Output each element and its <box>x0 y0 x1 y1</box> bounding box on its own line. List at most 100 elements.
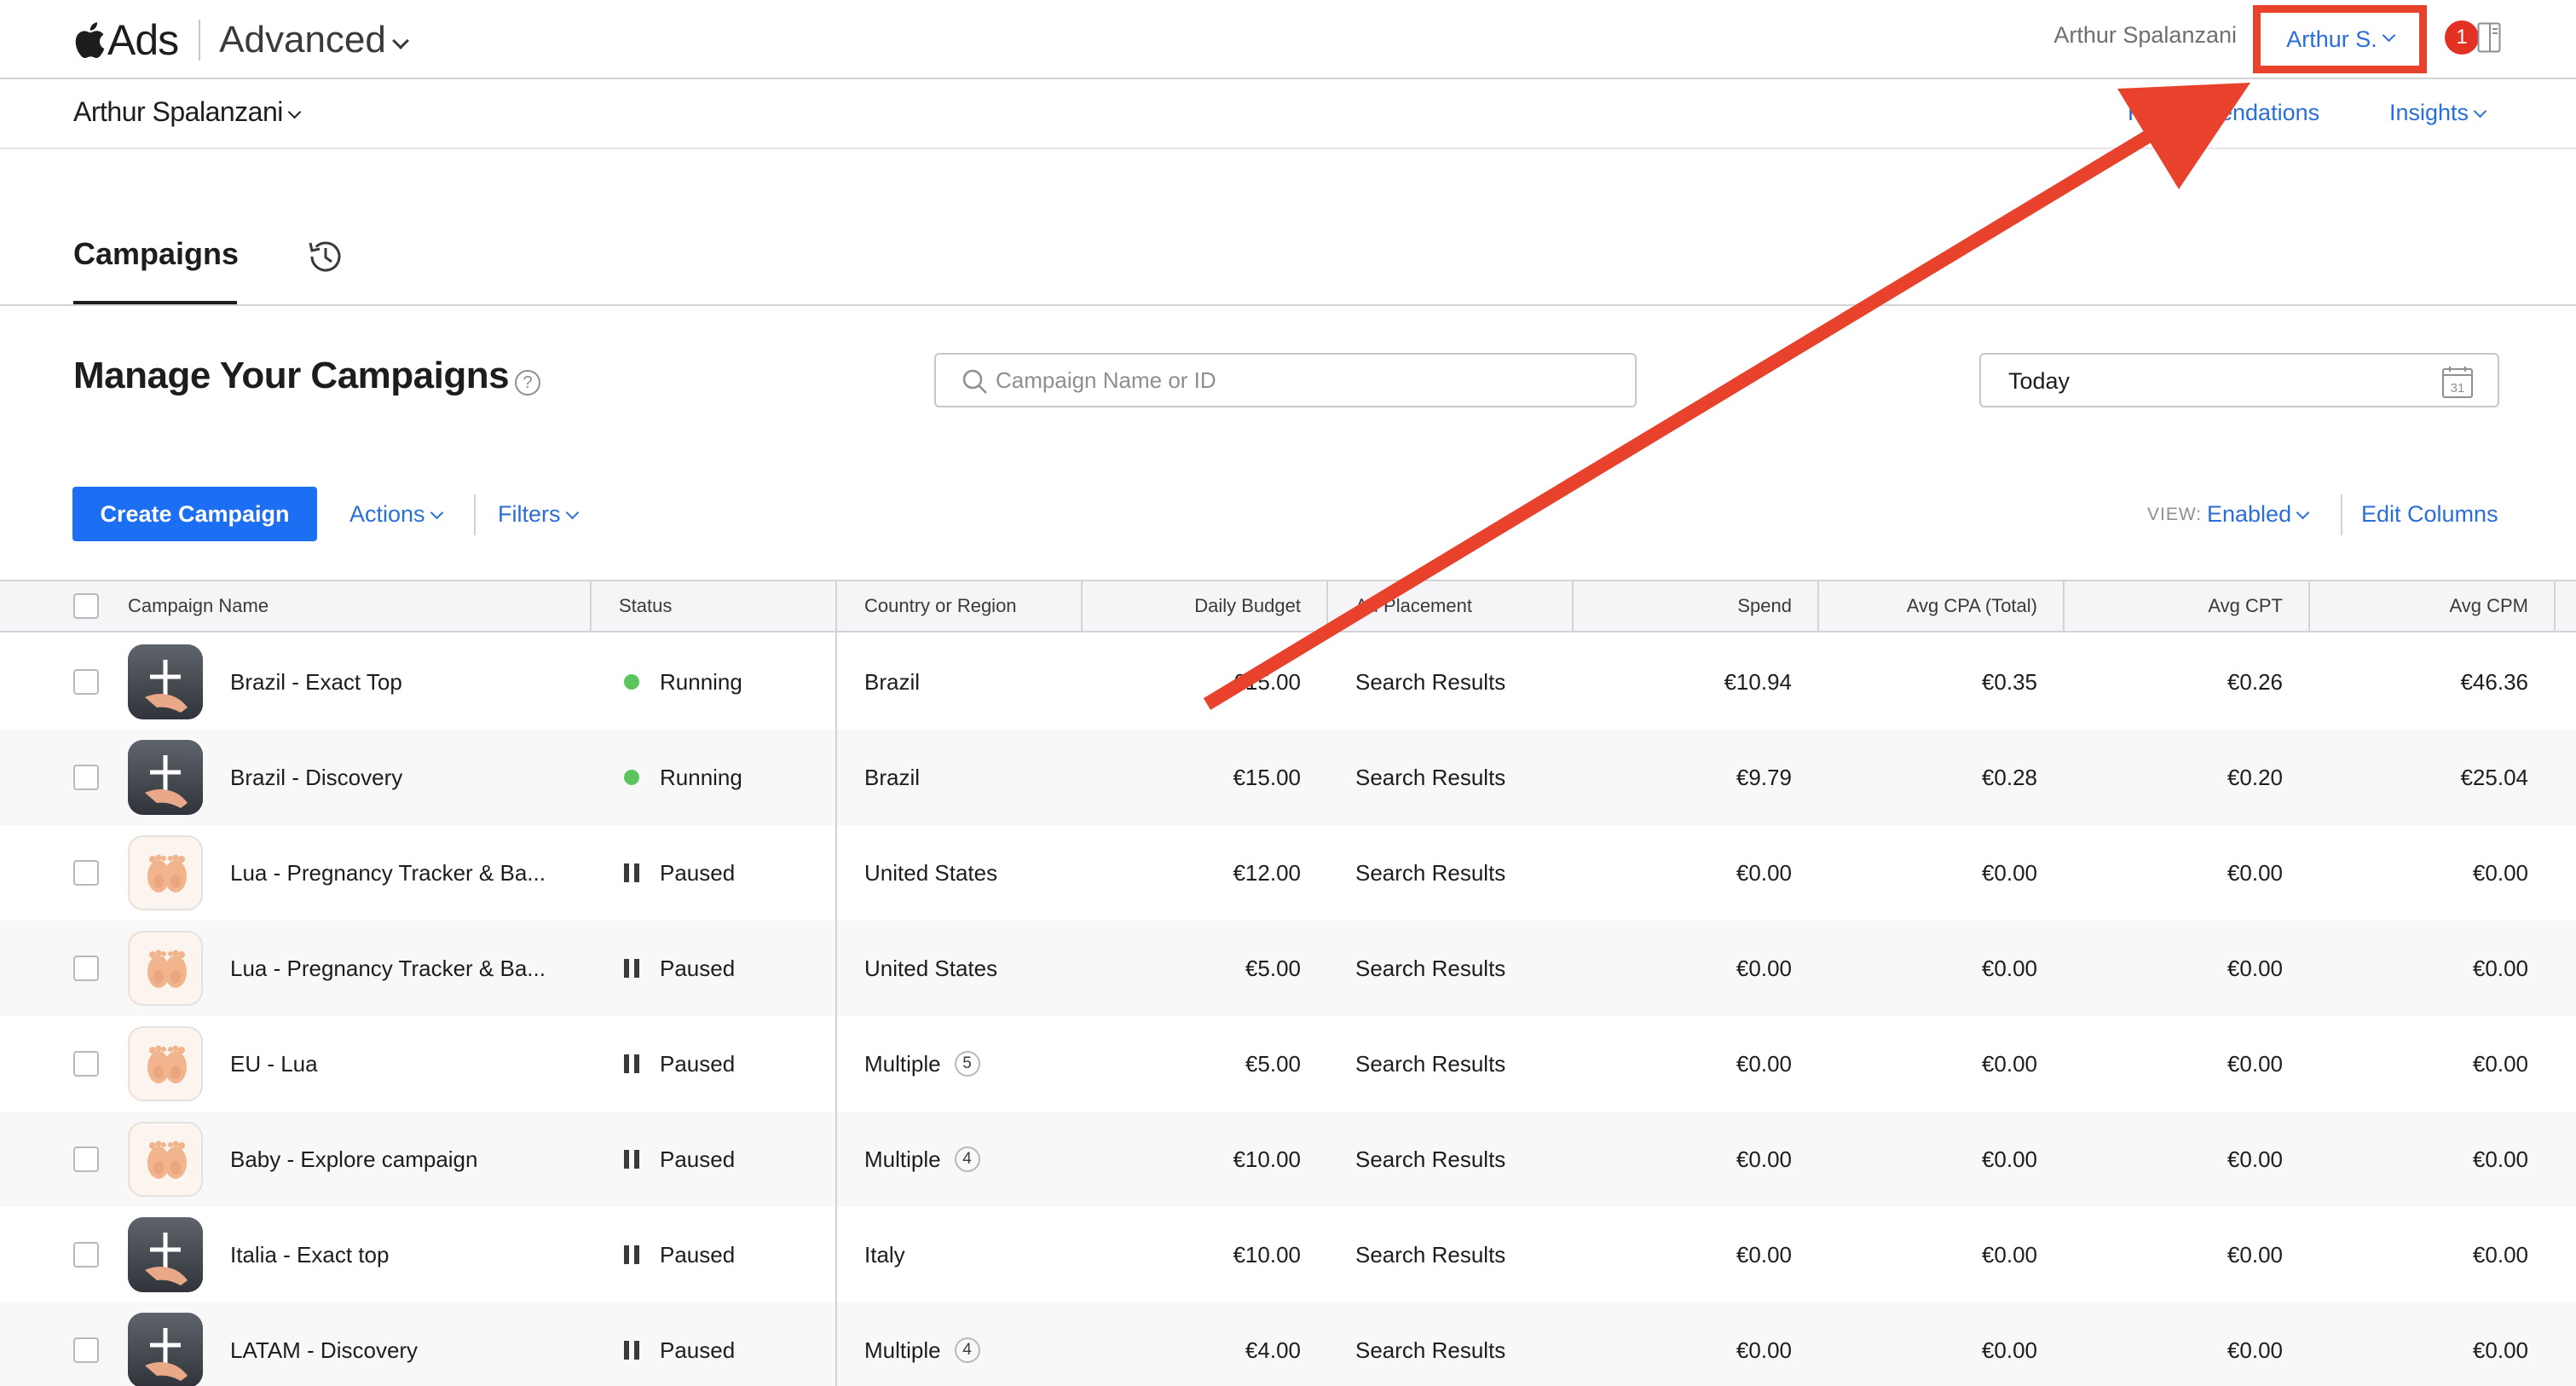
select-all-checkbox[interactable] <box>73 593 99 619</box>
cell-country-value: Multiple <box>864 1337 941 1363</box>
mode-label: Advanced <box>219 19 386 61</box>
table-row[interactable]: Brazil - Discovery Running Brazil €15.00 Sea… <box>0 730 2576 825</box>
insights-menu[interactable]: Insights <box>2389 100 2487 126</box>
pause-icon <box>624 1054 639 1073</box>
column-country[interactable]: Country or Region <box>864 581 1069 631</box>
edit-columns-button[interactable]: Edit Columns <box>2361 501 2498 528</box>
region-count-badge[interactable]: 4 <box>954 1146 980 1172</box>
column-spend[interactable]: Spend <box>1574 581 1792 631</box>
row-checkbox[interactable] <box>73 1337 99 1363</box>
cell-daily-budget: €10.00 <box>1083 1112 1301 1207</box>
row-checkbox[interactable] <box>73 1051 99 1077</box>
campaign-name-link[interactable]: EU - Lua <box>230 1051 318 1077</box>
row-checkbox[interactable] <box>73 669 99 695</box>
cell-campaign-name[interactable]: Italia - Exact top <box>230 1207 580 1302</box>
cell-avg-cpt: €0.00 <box>2065 1016 2283 1112</box>
campaign-name-link[interactable]: Lua - Pregnancy Tracker & Ba... <box>230 860 546 886</box>
org-selector[interactable]: Arthur Spalanzani <box>73 96 302 128</box>
recommendations-link[interactable]: Recommendations <box>2128 100 2319 126</box>
mode-selector[interactable]: Advanced <box>219 19 409 61</box>
table-row[interactable]: Lua - Pregnancy Tracker & Ba... Paused Uni… <box>0 921 2576 1016</box>
cell-campaign-name[interactable]: EU - Lua <box>230 1016 580 1112</box>
cell-campaign-name[interactable]: LATAM - Discovery <box>230 1302 580 1386</box>
toolbar-divider <box>474 494 476 535</box>
cell-campaign-name[interactable]: Lua - Pregnancy Tracker & Ba... <box>230 921 580 1016</box>
table-row[interactable]: Baby - Explore campaign Paused Multiple 4 €1… <box>0 1112 2576 1207</box>
cell-campaign-name[interactable]: Baby - Explore campaign <box>230 1112 580 1207</box>
row-checkbox[interactable] <box>73 1242 99 1268</box>
cell-campaign-name[interactable]: Lua - Pregnancy Tracker & Ba... <box>230 825 580 921</box>
table-row[interactable]: EU - Lua Paused Multiple 5 €5.00 Search Resul… <box>0 1016 2576 1112</box>
cell-status[interactable]: Paused <box>624 1016 829 1112</box>
filters-menu[interactable]: Filters <box>498 501 579 528</box>
view-value: Enabled <box>2207 501 2292 527</box>
frozen-column-divider <box>835 632 837 1386</box>
calendar-icon[interactable]: 31 <box>2441 365 2474 399</box>
campaign-name-link[interactable]: Baby - Explore campaign <box>230 1146 477 1173</box>
cell-status[interactable]: Paused <box>624 1302 829 1386</box>
campaign-name-link[interactable]: Brazil - Discovery <box>230 765 402 791</box>
cell-status[interactable]: Running <box>624 730 829 825</box>
row-checkbox[interactable] <box>73 765 99 790</box>
cell-spend-value: €10.94 <box>1724 668 1792 695</box>
cell-avg-cpa-value: €0.00 <box>1981 1337 2037 1363</box>
status-label: Paused <box>660 1146 736 1172</box>
table-row[interactable]: Lua - Pregnancy Tracker & Ba... Paused Uni… <box>0 825 2576 921</box>
cell-status[interactable]: Paused <box>624 1207 829 1302</box>
brand[interactable]: Ads Advanced <box>72 10 409 70</box>
table-row[interactable]: Brazil - Exact Top Running Brazil €15.00 Sea… <box>0 634 2576 730</box>
cell-campaign-name[interactable]: Brazil - Discovery <box>230 730 580 825</box>
row-checkbox[interactable] <box>73 860 99 886</box>
cell-status[interactable]: Running <box>624 634 829 730</box>
campaign-name-link[interactable]: Italia - Exact top <box>230 1242 389 1268</box>
cell-ad-placement-value: Search Results <box>1355 764 1506 790</box>
view-selector[interactable]: Enabled <box>2207 501 2310 528</box>
column-ad-placement[interactable]: Ad Placement <box>1355 581 1560 631</box>
create-campaign-button[interactable]: Create Campaign <box>72 487 317 541</box>
campaign-name-link[interactable]: LATAM - Discovery <box>230 1337 418 1364</box>
campaign-search[interactable] <box>934 353 1637 407</box>
actions-menu[interactable]: Actions <box>349 501 443 528</box>
cell-status[interactable]: Paused <box>624 1112 829 1207</box>
column-avg-cpm[interactable]: Avg CPM <box>2310 581 2528 631</box>
account-menu-button[interactable]: Arthur S. <box>2253 5 2427 73</box>
cell-spend: €0.00 <box>1574 1016 1792 1112</box>
region-count-badge[interactable]: 5 <box>954 1051 980 1077</box>
cell-spend-value: €0.00 <box>1736 955 1792 981</box>
cell-avg-cpt: €0.00 <box>2065 1112 2283 1207</box>
cell-avg-cpa: €0.28 <box>1819 730 2037 825</box>
column-campaign-name[interactable]: Campaign Name <box>128 581 580 631</box>
insights-label: Insights <box>2389 100 2469 125</box>
campaign-name-link[interactable]: Lua - Pregnancy Tracker & Ba... <box>230 956 546 982</box>
cell-ad-placement-value: Search Results <box>1355 955 1506 981</box>
column-avg-cpt[interactable]: Avg CPT <box>2065 581 2283 631</box>
column-status[interactable]: Status <box>619 581 823 631</box>
column-avg-cpa[interactable]: Avg CPA (Total) <box>1819 581 2037 631</box>
cell-daily-budget: €4.00 <box>1083 1302 1301 1386</box>
column-daily-budget[interactable]: Daily Budget <box>1083 581 1301 631</box>
table-row[interactable]: Italia - Exact top Paused Italy €10.00 Searc… <box>0 1207 2576 1302</box>
cell-country: United States <box>864 825 1069 921</box>
region-count-badge[interactable]: 4 <box>954 1337 980 1363</box>
cell-ad-placement: Search Results <box>1355 1302 1560 1386</box>
cell-ad-placement: Search Results <box>1355 730 1560 825</box>
help-icon[interactable]: ? <box>515 370 540 396</box>
cell-avg-cpa: €0.00 <box>1819 825 2037 921</box>
cell-avg-cpm: €0.00 <box>2310 1207 2528 1302</box>
cell-status[interactable]: Paused <box>624 921 829 1016</box>
notification-badge[interactable]: 1 <box>2445 20 2479 55</box>
cell-status[interactable]: Paused <box>624 825 829 921</box>
date-range-picker[interactable]: Today 31 <box>1979 353 2499 407</box>
column-divider <box>835 581 837 631</box>
row-checkbox[interactable] <box>73 956 99 981</box>
search-input[interactable] <box>996 361 1609 399</box>
sidebar-panel-icon[interactable] <box>2477 22 2501 53</box>
cell-campaign-name[interactable]: Brazil - Exact Top <box>230 634 580 730</box>
cell-avg-cpm: €0.00 <box>2310 1016 2528 1112</box>
campaign-name-link[interactable]: Brazil - Exact Top <box>230 669 402 696</box>
tab-campaigns[interactable]: Campaigns <box>73 236 239 272</box>
table-row[interactable]: LATAM - Discovery Paused Multiple 4 €4.00 Sea… <box>0 1302 2576 1386</box>
cell-ad-placement-value: Search Results <box>1355 859 1506 886</box>
row-checkbox[interactable] <box>73 1146 99 1172</box>
history-icon[interactable] <box>303 234 348 279</box>
